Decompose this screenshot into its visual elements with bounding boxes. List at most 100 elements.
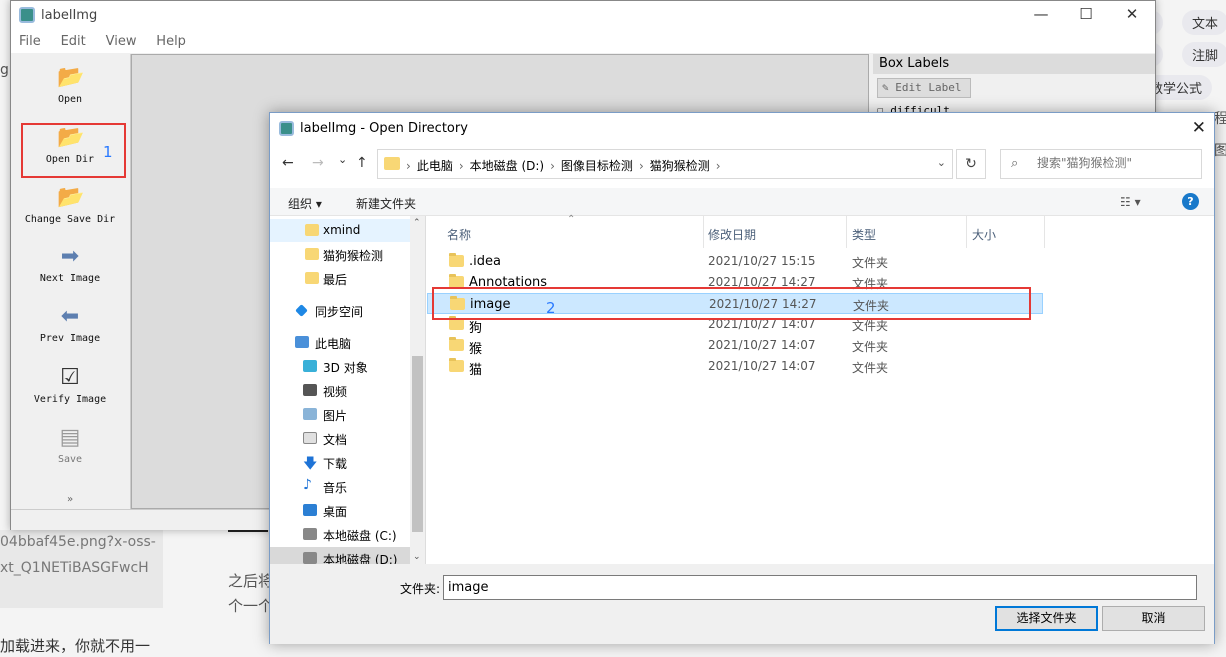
navigation-pane: xmind 猫狗猴检测 最后 同步空间 此电脑 3D 对象 视频 图片 文档 🡇… xyxy=(270,216,426,570)
nav-item-zuihou[interactable]: 最后 xyxy=(270,267,410,290)
nav-item-label: 此电脑 xyxy=(315,337,352,351)
breadcrumb: › 此电脑 › 本地磁盘 (D:) › 图像目标检测 › 猫狗猴检测 › xyxy=(406,157,727,174)
prev-image-button[interactable]: ⬅ Prev Image xyxy=(11,305,129,345)
refresh-button[interactable]: ↻ xyxy=(956,149,986,179)
folder-icon xyxy=(384,157,400,170)
bg-url-fragment: 04bbaf45e.png?x-oss- xyxy=(0,534,156,550)
nav-item-label: 同步空间 xyxy=(315,305,364,319)
breadcrumb-separator: › xyxy=(406,159,411,173)
nav-item-maogouhou[interactable]: 猫狗猴检测 xyxy=(270,243,410,266)
verify-image-label: Verify Image xyxy=(33,394,107,405)
breadcrumb-separator: › xyxy=(638,159,644,173)
folder-field-label: 文件夹: xyxy=(400,582,441,596)
recent-locations-icon[interactable]: ⌄ xyxy=(338,153,347,166)
open-button[interactable]: 📂 Open xyxy=(11,66,129,106)
scroll-down-icon[interactable]: ⌄ xyxy=(413,552,421,562)
annotation-number-1: 1 xyxy=(103,143,113,161)
nav-item-3d-objects[interactable]: 3D 对象 xyxy=(270,355,410,378)
navigation-row: ← → ⌄ ↑ › 此电脑 › 本地磁盘 (D:) › 图像目标检测 › 猫狗猴检测 › ⌄ ↻… xyxy=(270,149,1214,179)
nav-scrollbar[interactable]: ⌃ ⌄ xyxy=(410,216,425,564)
menu-help[interactable]: Help xyxy=(148,31,194,49)
nav-item-drive-c[interactable]: 本地磁盘 (C:) xyxy=(270,523,410,546)
verify-image-button[interactable]: ☑ Verify Image xyxy=(11,365,129,406)
nav-item-pictures[interactable]: 图片 xyxy=(270,403,410,426)
file-name: .idea xyxy=(469,254,501,269)
labelimg-app-icon xyxy=(19,7,35,23)
save-label: Save xyxy=(57,454,83,465)
nav-item-label: 最后 xyxy=(323,273,348,287)
cube-icon xyxy=(303,360,317,372)
nav-item-xmind[interactable]: xmind xyxy=(270,219,410,242)
save-icon: ▤ xyxy=(59,425,81,450)
menu-file[interactable]: File xyxy=(11,31,49,49)
view-options-icon[interactable]: ☷ ▾ xyxy=(1120,195,1141,209)
refresh-icon: ↻ xyxy=(965,156,977,172)
computer-icon xyxy=(295,336,309,348)
breadcrumb-item[interactable]: 猫狗猴检测 xyxy=(650,159,710,173)
forward-arrow-icon[interactable]: → xyxy=(312,155,324,171)
file-row[interactable]: 猫 2021/10/27 14:07 文件夹 xyxy=(427,356,1043,378)
dialog-close-button[interactable]: ✕ xyxy=(1192,118,1206,138)
box-labels-title: Box Labels xyxy=(873,54,1155,74)
file-type: 文件夹 xyxy=(852,340,889,354)
nav-item-label: 本地磁盘 (C:) xyxy=(323,529,397,543)
organize-button[interactable]: 组织 ▾ xyxy=(288,195,322,212)
column-header-name[interactable]: 名称 xyxy=(447,226,471,243)
bg-side-text: 程 xyxy=(1214,111,1226,127)
nav-item-music[interactable]: ♪ 音乐 xyxy=(270,475,410,498)
menu-view[interactable]: View xyxy=(98,31,145,49)
nav-item-sync-space[interactable]: 同步空间 xyxy=(270,299,410,322)
breadcrumb-item[interactable]: 本地磁盘 (D:) xyxy=(470,159,544,173)
cancel-button[interactable]: 取消 xyxy=(1102,606,1205,631)
file-row[interactable]: 猴 2021/10/27 14:07 文件夹 xyxy=(427,335,1043,357)
nav-item-desktop[interactable]: 桌面 xyxy=(270,499,410,522)
up-arrow-icon[interactable]: ↑ xyxy=(356,155,368,171)
column-divider xyxy=(703,216,704,248)
scroll-up-icon[interactable]: ⌃ xyxy=(413,218,421,228)
chevron-down-icon[interactable]: ⌄ xyxy=(937,156,946,169)
back-arrow-icon[interactable]: ← xyxy=(282,155,294,171)
scrollbar-thumb[interactable] xyxy=(412,356,423,532)
command-bar: 组织 ▾ 新建文件夹 ☷ ▾ ? xyxy=(270,188,1214,216)
file-type: 文件夹 xyxy=(852,361,889,375)
breadcrumb-item[interactable]: 图像目标检测 xyxy=(561,159,633,173)
more-tools-icon[interactable]: » xyxy=(11,494,129,505)
music-icon: ♪ xyxy=(303,477,312,493)
dialog-title: labelImg - Open Directory xyxy=(300,121,468,136)
select-folder-button[interactable]: 选择文件夹 xyxy=(995,606,1098,631)
nav-item-videos[interactable]: 视频 xyxy=(270,379,410,402)
menu-edit[interactable]: Edit xyxy=(53,31,94,49)
bg-paragraph: 加载进来，你就不用一 xyxy=(0,637,151,655)
column-header-size[interactable]: 大小 xyxy=(972,226,996,243)
column-divider xyxy=(846,216,847,248)
nav-item-label: 图片 xyxy=(323,409,348,423)
help-icon[interactable]: ? xyxy=(1182,193,1199,210)
folder-input[interactable] xyxy=(443,575,1197,600)
checkbox-icon: ☑ xyxy=(60,365,80,390)
download-icon: 🡇 xyxy=(303,456,318,472)
close-button[interactable]: ✕ xyxy=(1109,5,1155,27)
search-input[interactable] xyxy=(1037,156,1197,170)
new-folder-button[interactable]: 新建文件夹 xyxy=(356,195,416,212)
next-image-button[interactable]: ➡ Next Image xyxy=(11,245,129,285)
video-icon xyxy=(303,384,317,396)
nav-item-documents[interactable]: 文档 xyxy=(270,427,410,450)
nav-item-label: 文档 xyxy=(323,433,348,447)
minimize-button[interactable]: — xyxy=(1018,5,1064,27)
address-bar[interactable]: › 此电脑 › 本地磁盘 (D:) › 图像目标检测 › 猫狗猴检测 › ⌄ xyxy=(377,149,953,179)
file-row[interactable]: .idea 2021/10/27 15:15 文件夹 xyxy=(427,251,1043,272)
column-header-modified[interactable]: 修改日期 xyxy=(708,226,756,243)
folder-icon xyxy=(305,248,319,260)
column-header-type[interactable]: 类型 xyxy=(852,226,876,243)
folder-icon xyxy=(305,224,319,236)
change-save-dir-button[interactable]: 📂 Change Save Dir xyxy=(11,186,129,226)
breadcrumb-item[interactable]: 此电脑 xyxy=(417,159,453,173)
save-button[interactable]: ▤ Save xyxy=(11,425,129,466)
bg-left-edge: g xyxy=(0,62,9,78)
maximize-button[interactable]: ☐ xyxy=(1063,5,1109,27)
open-label: Open xyxy=(57,94,83,105)
nav-item-this-pc[interactable]: 此电脑 xyxy=(270,331,410,354)
next-image-label: Next Image xyxy=(39,273,101,284)
edit-label-button[interactable]: ✎ Edit Label xyxy=(877,78,971,98)
nav-item-downloads[interactable]: 🡇 下载 xyxy=(270,451,410,474)
